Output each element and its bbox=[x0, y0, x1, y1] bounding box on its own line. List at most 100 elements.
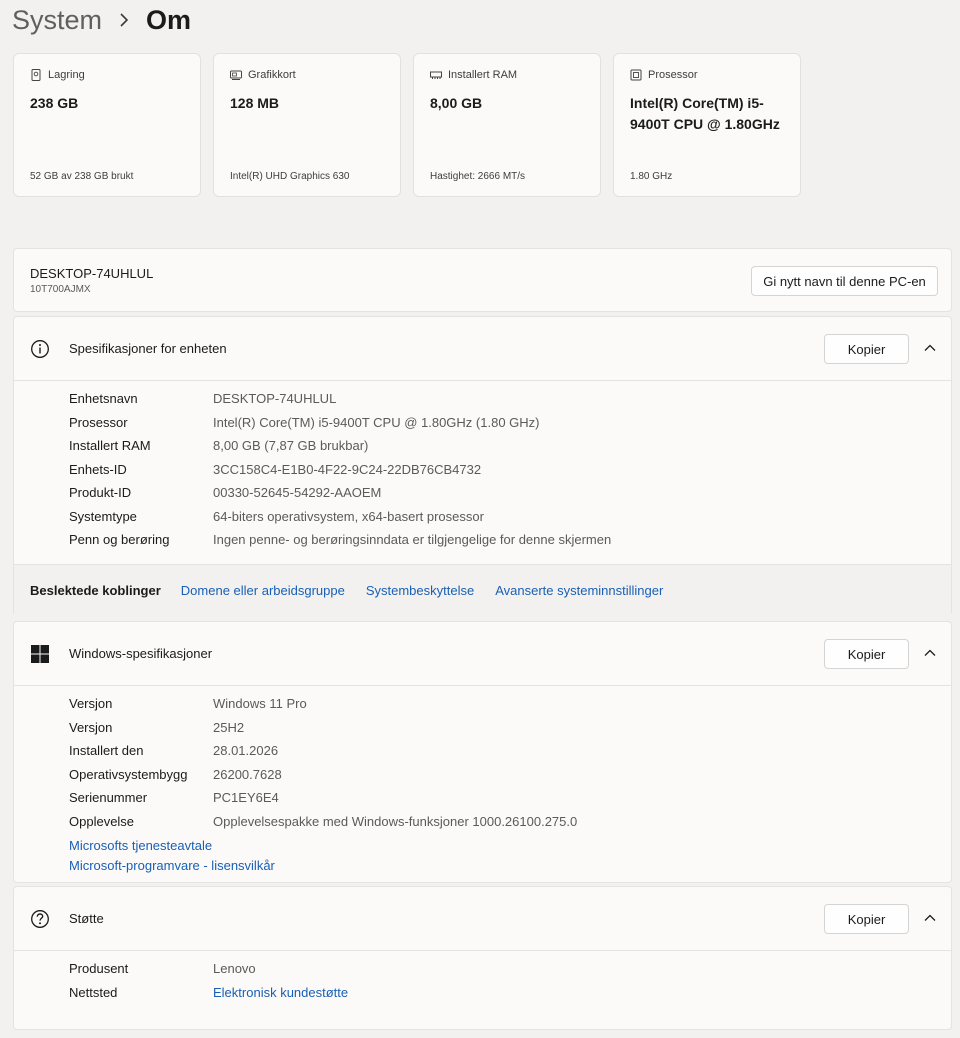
spec-key: Produkt-ID bbox=[69, 485, 132, 501]
spec-value: 26200.7628 bbox=[213, 766, 282, 782]
ram-icon bbox=[430, 69, 442, 81]
spec-value: 28.01.2026 bbox=[213, 743, 279, 759]
section-title: Støtte bbox=[69, 911, 104, 926]
spec-value: 3CC158C4-E1B0-4F22-9C24-22DB76CB4732 bbox=[213, 461, 482, 477]
spec-row: Systemtype 64-biters operativsystem, x64-… bbox=[69, 505, 611, 529]
chevron-up-icon[interactable] bbox=[923, 911, 937, 925]
summary-cards: Lagring 238 GB 52 GB av 238 GB brukt Gra… bbox=[13, 53, 801, 197]
spec-row: Versjon Windows 11 Pro bbox=[69, 692, 577, 716]
system-protection-link[interactable]: Systembeskyttelse bbox=[366, 583, 474, 598]
spec-key: Installert RAM bbox=[69, 438, 151, 454]
spec-key: Enhetsnavn bbox=[69, 391, 138, 407]
chevron-right-icon bbox=[118, 12, 130, 28]
device-specs-panel: Spesifikasjoner for enheten Kopier Enhet… bbox=[13, 316, 952, 616]
support-panel: Støtte Kopier Produsent Lenovo Nettsted El… bbox=[13, 886, 952, 1030]
spec-value: Intel(R) Core(TM) i5-9400T CPU @ 1.80GHz… bbox=[213, 414, 540, 430]
processor-icon bbox=[630, 69, 642, 81]
storage-icon bbox=[30, 69, 42, 81]
spec-value: DESKTOP-74UHLUL bbox=[213, 391, 337, 407]
spec-key: Versjon bbox=[69, 719, 113, 735]
processor-card[interactable]: Prosessor Intel(R) Core(TM) i5-9400T CPU… bbox=[613, 53, 801, 197]
card-label: Grafikkort bbox=[248, 69, 296, 81]
spec-row: Installert den 28.01.2026 bbox=[69, 739, 577, 763]
spec-key: Prosessor bbox=[69, 414, 128, 430]
graphics-card[interactable]: Grafikkort 128 MB Intel(R) UHD Graphics … bbox=[213, 53, 401, 197]
storage-card[interactable]: Lagring 238 GB 52 GB av 238 GB brukt bbox=[13, 53, 201, 197]
device-specs-header[interactable]: Spesifikasjoner for enheten Kopier bbox=[14, 317, 951, 381]
spec-key: Operativsystembygg bbox=[69, 766, 188, 782]
card-value: 238 GB bbox=[30, 95, 79, 111]
spec-row: Nettsted Elektronisk kundestøtte bbox=[69, 981, 348, 1005]
advanced-settings-link[interactable]: Avanserte systeminnstillinger bbox=[495, 583, 663, 598]
windows-specs-header[interactable]: Windows-spesifikasjoner Kopier bbox=[14, 622, 951, 686]
spec-value: 25H2 bbox=[213, 719, 245, 735]
spec-row: Operativsystembygg 26200.7628 bbox=[69, 763, 577, 787]
spec-key: Installert den bbox=[69, 743, 144, 759]
spec-key: Nettsted bbox=[69, 984, 118, 1000]
spec-row: Produsent Lenovo bbox=[69, 957, 348, 981]
spec-value: PC1EY6E4 bbox=[213, 790, 279, 806]
spec-key: Produsent bbox=[69, 961, 129, 977]
related-links-label: Beslektede koblinger bbox=[30, 583, 161, 598]
card-label: Installert RAM bbox=[448, 69, 518, 81]
support-header[interactable]: Støtte Kopier bbox=[14, 887, 951, 951]
chevron-up-icon[interactable] bbox=[923, 341, 937, 355]
spec-value: Opplevelsespakke med Windows-funksjoner … bbox=[213, 813, 578, 829]
spec-rows: Produsent Lenovo Nettsted Elektronisk kund… bbox=[69, 957, 348, 1004]
card-sub: 1.80 GHz bbox=[630, 171, 673, 182]
spec-key: Opplevelse bbox=[69, 813, 135, 829]
spec-value: Ingen penne- og berøringsinndata er tilg… bbox=[213, 532, 612, 548]
spec-value: 8,00 GB (7,87 GB brukbar) bbox=[213, 438, 369, 454]
card-value: 8,00 GB bbox=[430, 95, 483, 111]
rename-pc-button[interactable]: Gi nytt navn til denne PC-en bbox=[751, 266, 938, 296]
spec-row: Versjon 25H2 bbox=[69, 716, 577, 740]
spec-row: Penn og berøring Ingen penne- og berøring… bbox=[69, 528, 611, 552]
spec-key: Enhets-ID bbox=[69, 461, 127, 477]
spec-value: 00330-52645-54292-AAOEM bbox=[213, 485, 382, 501]
service-agreement-link[interactable]: Microsofts tjenesteavtale bbox=[69, 836, 275, 856]
card-label: Lagring bbox=[48, 69, 85, 81]
copy-button[interactable]: Kopier bbox=[824, 639, 909, 669]
spec-row: Installert RAM 8,00 GB (7,87 GB brukbar) bbox=[69, 434, 611, 458]
copy-button[interactable]: Kopier bbox=[824, 334, 909, 364]
support-website-link[interactable]: Elektronisk kundestøtte bbox=[213, 985, 348, 1000]
windows-logo-icon bbox=[30, 644, 50, 664]
graphics-card-icon bbox=[230, 69, 242, 81]
card-value: 128 MB bbox=[230, 95, 280, 111]
copy-button[interactable]: Kopier bbox=[824, 904, 909, 934]
spec-row: Produkt-ID 00330-52645-54292-AAOEM bbox=[69, 481, 611, 505]
spec-rows: Enhetsnavn DESKTOP-74UHLUL Prosessor Intel… bbox=[69, 387, 611, 552]
card-label: Prosessor bbox=[648, 69, 698, 81]
spec-value: 64-biters operativsystem, x64-basert pro… bbox=[213, 508, 484, 524]
spec-key: Systemtype bbox=[69, 508, 137, 524]
windows-links: Microsofts tjenesteavtale Microsoft-prog… bbox=[69, 836, 275, 876]
ram-card[interactable]: Installert RAM 8,00 GB Hastighet: 2666 M… bbox=[413, 53, 601, 197]
spec-row: Enhets-ID 3CC158C4-E1B0-4F22-9C24-22DB76C… bbox=[69, 458, 611, 482]
device-name-panel: DESKTOP-74UHLUL 10T700AJMX Gi nytt navn … bbox=[13, 248, 952, 312]
domain-workgroup-link[interactable]: Domene eller arbeidsgruppe bbox=[181, 583, 345, 598]
chevron-up-icon[interactable] bbox=[923, 646, 937, 660]
help-icon bbox=[30, 909, 50, 929]
windows-specs-panel: Windows-spesifikasjoner Kopier Versjon Wi… bbox=[13, 621, 952, 883]
device-name: DESKTOP-74UHLUL bbox=[30, 266, 154, 281]
spec-rows: Versjon Windows 11 Pro Versjon 25H2 Instal… bbox=[69, 692, 577, 833]
spec-value: Lenovo bbox=[213, 961, 256, 977]
breadcrumb-parent[interactable]: System bbox=[12, 5, 102, 36]
related-links-bar: Beslektede koblinger Domene eller arbeid… bbox=[14, 564, 951, 616]
breadcrumb: System Om bbox=[12, 2, 191, 38]
spec-row: Serienummer PC1EY6E4 bbox=[69, 786, 577, 810]
device-model: 10T700AJMX bbox=[30, 284, 91, 295]
info-icon bbox=[30, 339, 50, 359]
license-terms-link[interactable]: Microsoft-programvare - lisensvilkår bbox=[69, 856, 275, 876]
card-value: Intel(R) Core(TM) i5-9400T CPU @ 1.80GHz bbox=[630, 95, 780, 132]
spec-row: Prosessor Intel(R) Core(TM) i5-9400T CPU … bbox=[69, 411, 611, 435]
section-title: Windows-spesifikasjoner bbox=[69, 646, 213, 661]
spec-key: Serienummer bbox=[69, 790, 148, 806]
page-title: Om bbox=[146, 4, 192, 35]
section-title: Spesifikasjoner for enheten bbox=[69, 341, 227, 356]
spec-row: Opplevelse Opplevelsespakke med Windows-f… bbox=[69, 810, 577, 834]
card-sub: Hastighet: 2666 MT/s bbox=[430, 171, 526, 182]
spec-key: Penn og berøring bbox=[69, 532, 170, 548]
card-sub: 52 GB av 238 GB brukt bbox=[30, 171, 134, 182]
spec-row: Enhetsnavn DESKTOP-74UHLUL bbox=[69, 387, 611, 411]
